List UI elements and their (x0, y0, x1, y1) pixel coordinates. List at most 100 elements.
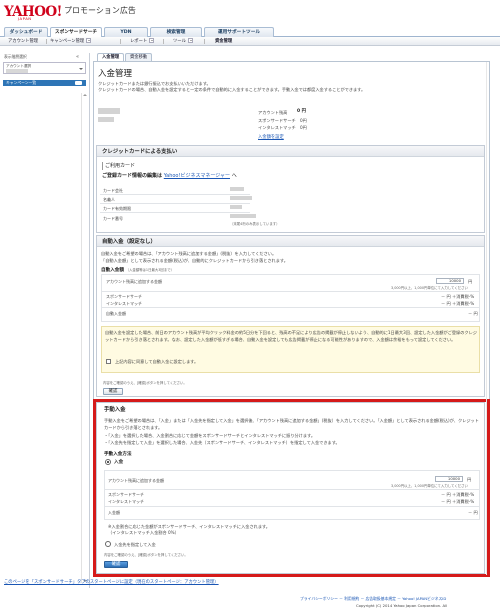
collapse-icon[interactable]: « (76, 54, 79, 60)
ss-balance-label: スポンサードサーチ (258, 118, 296, 123)
field-card-holder: 名義人 (103, 197, 115, 202)
tab-fund-transfer[interactable]: 資金移動 (125, 53, 153, 61)
used-card-label: ご利用カード (105, 163, 136, 169)
nav-funds-management[interactable]: 資金管理 (215, 38, 232, 45)
nav-divider (163, 39, 164, 44)
tab-deposit-management[interactable]: 入金管理 (97, 53, 125, 61)
main-scrollbar[interactable] (486, 62, 490, 575)
manual-confirm-note: 内容をご確認のうえ、[確認]ボタンを押してください。 (104, 553, 188, 557)
manual-desc: 手動入金をご希望の場合は、「入金」または「入金先を指定して入金」を選択後、「アカ… (104, 418, 479, 430)
nav-report-label: レポート (130, 39, 148, 44)
row-divider (102, 291, 479, 292)
ss-balance-value: 0円 (300, 118, 307, 123)
sidebar-item-label: キャンペーン一覧 (6, 80, 37, 85)
scroll-up-icon[interactable] (82, 94, 87, 96)
business-manager-link[interactable]: Yahoo!ビジネスマネージャー (164, 173, 230, 179)
manual-add-hint: 3,000円以上、1,000円単位にて入力してください (391, 484, 468, 488)
tab-support-tools[interactable]: 運用サポートツール (204, 27, 274, 37)
page-intro: クレジットカードの場合、自動入金を設定すると一定の条件で自動的に入金することがで… (98, 87, 366, 92)
nav-tools[interactable]: ツール (173, 37, 193, 45)
deposit-option-label: 入金 (114, 460, 124, 465)
auto-warning-text: 自動入金を設定した場合、前日のアカウント残高が平均クリック料金の約5日分を下回る… (105, 330, 477, 342)
set-start-page-link[interactable]: このページを「スポンサードサーチ」タブのスタートページに設定（現在のスタートペー… (4, 580, 219, 585)
page-intro: クレジットカードまたは銀行振込でお支払いいただけます。 (98, 81, 211, 86)
auto-add-hint: 3,000円以上、1,000円単位にて入力してください (391, 286, 468, 290)
agree-checkbox[interactable] (106, 359, 111, 364)
page-title: 入金管理 (98, 69, 133, 79)
auto-amount-title-text: 自動入金額 (101, 268, 124, 273)
specify-destination-label: 入金先を指定して入金 (114, 542, 156, 547)
manual-method-title: 手動入金方法 (104, 452, 132, 457)
nav-divider (46, 39, 47, 44)
card-marker (102, 162, 103, 170)
auto-im-label: インタレストマッチ (106, 301, 142, 306)
card-edit-note: ご登録カード情報の編集は Yahoo!ビジネスマネージャー へ (102, 173, 237, 179)
row-divider (105, 489, 479, 490)
agree-label: 上記内容に同意して自動入金に設定します。 (115, 359, 199, 364)
logo-sub: JAPAN (18, 16, 32, 21)
auto-ss-label: スポンサードサーチ (106, 294, 142, 299)
auto-ss-value: － 円 ＋消費税-% (441, 294, 475, 299)
account-select[interactable]: アカウント選択 (3, 62, 86, 74)
manual-im-label: インタレストマッチ (108, 499, 144, 504)
credit-card-section: クレジットカードによる支払い (96, 145, 485, 233)
manual-add-amount-input[interactable]: 10000 (435, 476, 463, 482)
main-tabs: ダッシュボード スポンサードサーチ YDN 検索管理 運用サポートツール (0, 27, 500, 38)
manual-ss-label: スポンサードサーチ (108, 492, 144, 497)
auto-deposit-header: 自動入金（設定なし） (97, 236, 484, 247)
nav-campaign-management[interactable]: キャンペーン管理 (50, 37, 92, 45)
footer-links[interactable]: プライバシーポリシー － 利用規約 － 広告取扱基本規定 － Yahoo! JA… (300, 596, 446, 602)
manual-total-value: － 円 (468, 510, 478, 515)
auto-total-label: 自動入金額 (106, 311, 126, 316)
nav-campaign-label: キャンペーン管理 (50, 39, 85, 44)
card-expiry-redacted (230, 205, 242, 209)
deposit-radio[interactable] (105, 459, 111, 465)
row-divider (102, 307, 479, 308)
row-divider (100, 203, 250, 204)
row-divider (100, 194, 250, 195)
row-divider (105, 506, 479, 507)
sidebar-title: 表示階層選択 (4, 54, 27, 59)
nav-tools-label: ツール (173, 39, 186, 44)
app-title: プロモーション広告 (64, 6, 136, 15)
yahoo-japan-logo[interactable]: YAHOO! JAPAN (4, 4, 62, 21)
copyright: Copyright (C) 2014 Yahoo Japan Corporati… (356, 603, 448, 608)
chevron-down-icon[interactable] (86, 37, 92, 43)
deposit-settings-link[interactable]: 入金額を設定 (258, 135, 284, 140)
tab-dashboard[interactable]: ダッシュボード (4, 27, 48, 37)
im-balance-value: 0円 (300, 125, 307, 130)
card-edit-prefix: ご登録カード情報の編集は (102, 173, 163, 179)
sidebar-item-campaign-list[interactable]: キャンペーン一覧 (3, 80, 86, 86)
balance-label: アカウント残高 (258, 110, 288, 115)
manual-desc: ・「入金」を選択した場合、入金割合に応じて金額をスポンサードサーチとインタレスト… (104, 433, 316, 438)
auto-amount-hint: （入金額等は1日最大3回まで） (125, 268, 174, 272)
logo-text: YAHOO! (4, 4, 62, 20)
auto-confirm-note: 内容をご確認のうえ、[確認]ボタンを押してください。 (103, 381, 187, 385)
auto-add-label: アカウント残高に追加する金額 (106, 279, 162, 284)
manual-confirm-button[interactable]: 確認 (104, 561, 128, 568)
nav-divider (204, 39, 205, 44)
sub-navigation: アカウント管理 キャンペーン管理 レポート ツール 資金管理 (0, 37, 500, 46)
card-number-redacted (230, 214, 256, 218)
yen-unit: 円 (468, 279, 473, 284)
account-name-redacted (6, 69, 28, 73)
card-company-redacted (230, 187, 244, 191)
manual-total-label: 入金額 (108, 510, 120, 515)
sidebar-scrollbar[interactable] (81, 93, 87, 583)
specify-destination-radio[interactable] (105, 541, 111, 547)
account-name-redacted (98, 117, 114, 122)
nav-account-management[interactable]: アカウント管理 (8, 38, 38, 45)
nav-report[interactable]: レポート (130, 37, 155, 45)
im-balance-label: インタレストマッチ (258, 125, 296, 130)
card-number-note: （末尾4桁のみ表示しています） (230, 222, 280, 226)
auto-confirm-button[interactable]: 確認 (103, 388, 123, 395)
card-edit-suffix: へ (231, 173, 237, 179)
credit-card-heading: クレジットカードによる支払い (102, 149, 178, 155)
auto-add-amount-input[interactable]: 10000 (436, 278, 464, 284)
yen-unit: 円 (467, 477, 472, 482)
tab-search-management[interactable]: 検索管理 (150, 27, 202, 37)
sidebar: 表示階層選択 « アカウント選択 キャンペーン一覧 (0, 53, 90, 588)
chevron-down-icon[interactable] (187, 37, 193, 43)
tab-ydn[interactable]: YDN (104, 27, 148, 37)
chevron-down-icon[interactable] (149, 37, 155, 43)
